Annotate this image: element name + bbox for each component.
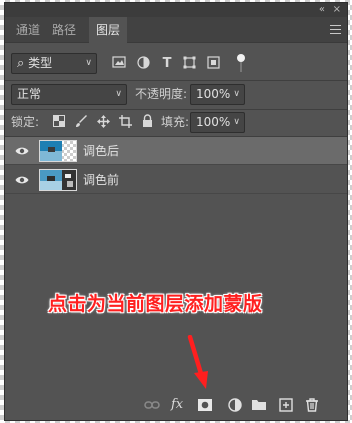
filter-row: ⌕ 类型 ∨ T bbox=[5, 51, 347, 77]
layers-panel: « × 通道 路径 图层 ⌕ 类型 ∨ T 正常 ∨ 不透明度: 100% ∨ … bbox=[4, 2, 348, 421]
annotation-arrow-icon bbox=[187, 335, 208, 389]
layer-thumbnail bbox=[39, 169, 77, 191]
tab-channels[interactable]: 通道 bbox=[9, 17, 47, 43]
chevron-down-icon[interactable]: ∨ bbox=[233, 85, 240, 104]
panel-title-bar: « × bbox=[5, 3, 347, 17]
adjustment-filter-icon[interactable] bbox=[135, 56, 151, 72]
layer-name[interactable]: 调色后 bbox=[83, 137, 119, 165]
tab-paths[interactable]: 路径 bbox=[45, 17, 83, 43]
shape-filter-icon[interactable] bbox=[181, 56, 197, 72]
blend-row: 正常 ∨ 不透明度: 100% ∨ bbox=[5, 83, 347, 107]
group-folder-icon[interactable] bbox=[251, 397, 267, 413]
adjustment-layer-icon[interactable] bbox=[227, 397, 243, 413]
lock-move-icon[interactable] bbox=[95, 115, 111, 131]
chevron-down-icon[interactable]: ∨ bbox=[233, 113, 240, 132]
search-icon: ⌕ bbox=[17, 56, 25, 71]
opacity-field[interactable]: 100% ∨ bbox=[190, 84, 245, 105]
tab-layers[interactable]: 图层 bbox=[89, 17, 128, 43]
type-filter-icon[interactable]: T bbox=[159, 56, 175, 72]
smart-object-filter-icon[interactable] bbox=[205, 56, 221, 72]
add-mask-icon[interactable] bbox=[197, 397, 213, 413]
layers-bottom-toolbar: fx bbox=[5, 390, 347, 420]
panel-tab-bar: 通道 路径 图层 bbox=[5, 17, 347, 43]
chevron-down-icon: ∨ bbox=[85, 58, 92, 68]
opacity-label: 不透明度: bbox=[135, 87, 188, 101]
fill-value: 100% bbox=[196, 115, 231, 129]
layer-thumbnail bbox=[39, 140, 77, 162]
link-layers-icon[interactable] bbox=[144, 397, 160, 413]
divider bbox=[5, 109, 347, 110]
lock-all-icon[interactable] bbox=[139, 114, 155, 130]
chevron-down-icon: ∨ bbox=[115, 89, 122, 99]
eye-icon[interactable] bbox=[15, 174, 29, 186]
image-filter-icon[interactable] bbox=[111, 56, 127, 72]
close-icon[interactable]: × bbox=[333, 3, 341, 16]
eye-icon[interactable] bbox=[15, 145, 29, 157]
filter-toggle-icon[interactable] bbox=[233, 53, 249, 72]
opacity-value: 100% bbox=[196, 87, 231, 101]
collapse-icon[interactable]: « bbox=[319, 3, 325, 16]
fill-label: 填充: bbox=[161, 115, 190, 129]
blend-mode-dropdown[interactable]: 正常 ∨ bbox=[11, 84, 127, 105]
lock-row: 锁定: 填充: 100% ∨ bbox=[5, 111, 347, 135]
fx-icon[interactable]: fx bbox=[171, 397, 187, 413]
divider bbox=[5, 80, 347, 81]
lock-brush-icon[interactable] bbox=[73, 115, 89, 131]
filter-type-dropdown[interactable]: ⌕ 类型 ∨ bbox=[11, 53, 97, 74]
layer-name[interactable]: 调色前 bbox=[83, 166, 119, 194]
layer-row[interactable]: 调色前 bbox=[5, 166, 347, 194]
new-layer-icon[interactable] bbox=[278, 397, 294, 413]
instruction-annotation: 点击为当前图层添加蒙版 bbox=[48, 293, 263, 315]
fill-field[interactable]: 100% ∨ bbox=[190, 112, 245, 133]
lock-transparent-icon[interactable] bbox=[51, 115, 67, 131]
lock-artboard-icon[interactable] bbox=[117, 115, 133, 131]
layer-row[interactable]: 调色后 bbox=[5, 137, 347, 165]
filter-type-label: 类型 bbox=[28, 56, 53, 70]
delete-icon[interactable] bbox=[304, 397, 320, 413]
blend-mode-value: 正常 bbox=[17, 87, 42, 101]
panel-menu-icon[interactable] bbox=[330, 25, 341, 34]
lock-label: 锁定: bbox=[11, 115, 40, 129]
